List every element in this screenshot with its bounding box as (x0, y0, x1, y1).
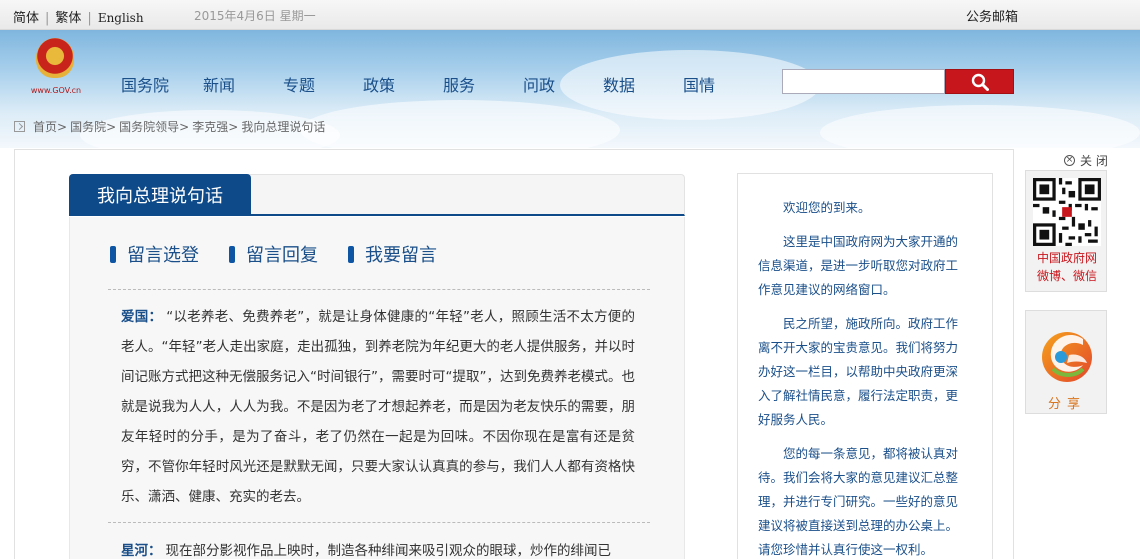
lang-english-link[interactable]: English (98, 11, 144, 25)
subnav-selected-messages[interactable]: 留言选登 (110, 241, 199, 267)
lang-simplified-link[interactable]: 简体 (13, 11, 39, 26)
subnav-message-replies[interactable]: 留言回复 (229, 241, 318, 267)
message-text: “以老养老、免费养老”，就是让身体健康的“年轻”老人，照顾生活不太方便的老人。“… (121, 309, 636, 505)
qr-label: 中国政府网 微博、微信 (1036, 251, 1097, 283)
search-input[interactable] (782, 69, 945, 94)
subnav-leave-message[interactable]: 我要留言 (348, 241, 437, 267)
divider (108, 522, 650, 523)
qr-code-icon (1033, 178, 1101, 246)
share-label: 分享 (1047, 397, 1086, 412)
breadcrumb-home[interactable]: 首页 (33, 118, 57, 135)
current-date: 2015年4月6日 星期一 (194, 9, 316, 23)
nav-item-inquiry[interactable]: 问政 (523, 72, 555, 96)
language-switcher: 简体 | 繁体 | English (13, 11, 144, 26)
message-author: 爱国： (121, 309, 163, 325)
bar-icon (348, 245, 354, 263)
breadcrumb-leaders[interactable]: 国务院领导 (119, 118, 179, 135)
top-bar: 简体 | 繁体 | English 2015年4月6日 星期一 公务邮箱 (0, 0, 1140, 30)
nav-item-topics[interactable]: 专题 (283, 72, 315, 96)
bar-icon (110, 245, 116, 263)
divider (108, 289, 650, 290)
breadcrumb-state-council[interactable]: 国务院 (70, 118, 106, 135)
nav-item-national-info[interactable]: 国情 (683, 72, 715, 96)
national-emblem-icon (36, 38, 74, 78)
welcome-panel: 欢迎您的到来。 这里是中国政府网为大家开通的信息渠道，是进一步听取您对政府工作意… (737, 173, 993, 559)
qr-code-widget[interactable]: 中国政府网 微博、微信 (1025, 170, 1107, 292)
breadcrumb-arrow-icon (14, 121, 25, 132)
share-widget[interactable]: 分享 (1025, 310, 1107, 414)
breadcrumb-li-keqiang[interactable]: 李克强 (192, 118, 228, 135)
breadcrumb-current: 我向总理说句话 (241, 120, 326, 134)
nav-item-state-council[interactable]: 国务院 (121, 72, 169, 96)
gov-emblem-logo[interactable]: www.GOV.cn (28, 38, 84, 98)
message-panel: 留言选登 留言回复 我要留言 爱国： “以老养老、免费养老”，就是让身体健康的“年… (69, 217, 685, 559)
sub-nav: 留言选登 留言回复 我要留言 (110, 241, 467, 267)
close-button[interactable]: × 关 闭 (1064, 152, 1108, 169)
bar-icon (229, 245, 235, 263)
close-icon: × (1064, 155, 1075, 166)
official-mail-link[interactable]: 公务邮箱 (966, 6, 1018, 25)
tab-speak-to-premier[interactable]: 我向总理说句话 (69, 174, 251, 216)
message-text: 现在部分影视作品上映时，制造各种绯闻来吸引观众的眼球，炒作的绯闻已 (165, 543, 612, 559)
nav-item-news[interactable]: 新闻 (203, 72, 235, 96)
lang-traditional-link[interactable]: 繁体 (55, 11, 81, 26)
tab-bar: 我向总理说句话 (69, 174, 685, 216)
search-icon (971, 73, 989, 91)
nav-item-policy[interactable]: 政策 (363, 72, 395, 96)
welcome-paragraph: 欢迎您的到来。 (783, 200, 871, 215)
message-item: 星河： 现在部分影视作品上映时，制造各种绯闻来吸引观众的眼球，炒作的绯闻已 (121, 536, 635, 559)
welcome-paragraph: 民之所望，施政所向。政府工作离不开大家的宝贵意见。我们将努力办好这一栏目，以帮助… (758, 316, 959, 427)
message-item: 爱国： “以老养老、免费养老”，就是让身体健康的“年轻”老人，照顾生活不太方便的老… (121, 302, 635, 512)
search-button[interactable] (945, 69, 1014, 94)
main-content: 我向总理说句话 留言选登 留言回复 我要留言 爱国： “以老养老、免费养老”，就是… (14, 149, 1014, 559)
share-logo-icon (1042, 332, 1092, 382)
logo-text: www.GOV.cn (30, 86, 82, 95)
breadcrumb: 首页 > 国务院 > 国务院领导 > 李克强 > 我向总理说句话 (14, 118, 325, 135)
nav-item-data[interactable]: 数据 (603, 72, 635, 96)
welcome-paragraph: 这里是中国政府网为大家开通的信息渠道，是进一步听取您对政府工作意见建议的网络窗口… (758, 234, 959, 297)
welcome-paragraph: 您的每一条意见，都将被认真对待。我们会将大家的意见建议汇总整理，并进行专门研究。… (758, 446, 959, 557)
message-author: 星河： (121, 543, 162, 559)
nav-item-services[interactable]: 服务 (443, 72, 475, 96)
